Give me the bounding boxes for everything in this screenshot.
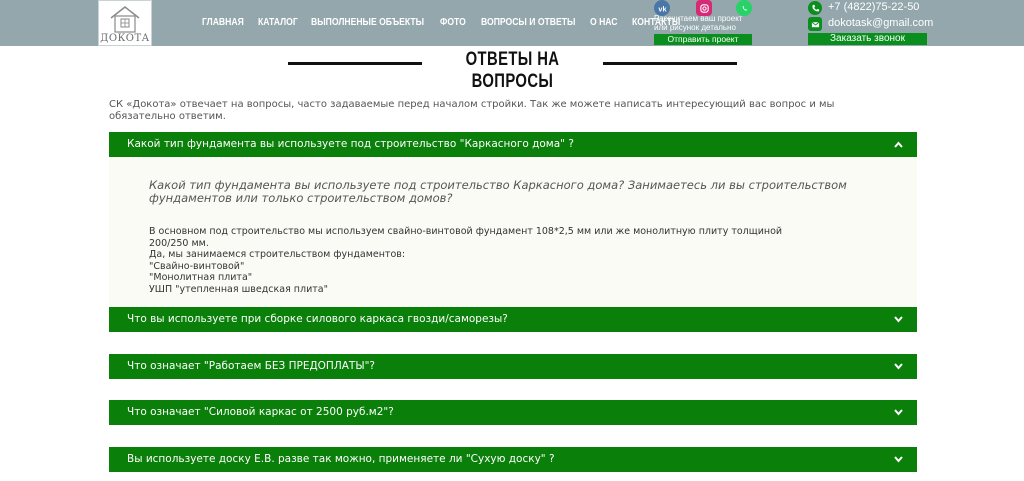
nav-about[interactable]: О НАС: [590, 16, 618, 28]
faq-item-foundation[interactable]: Какой тип фундамента вы используете под …: [109, 132, 917, 157]
page-title: ОТВЕТЫ НА ВОПРОСЫ: [465, 49, 560, 92]
nav-photo[interactable]: ФОТО: [440, 16, 466, 28]
chevron-down-icon: [894, 316, 903, 323]
faq-question: Что означает "Работаем БЕЗ ПРЕДОПЛАТЫ"?: [127, 360, 375, 372]
faq-item-frame-price[interactable]: Что означает "Силовой каркас от 2500 руб…: [109, 400, 917, 425]
faq-item-dry-board[interactable]: Вы используете доску Е.В. разве так можн…: [109, 447, 917, 472]
project-text-line-2: или рисунок детально: [654, 22, 736, 32]
order-call-button[interactable]: Заказать звонок: [808, 33, 927, 45]
answer-text: В основном под строительство мы использу…: [149, 226, 849, 295]
faq-question: Что означает "Силовой каркас от 2500 руб…: [127, 406, 394, 418]
intro-text: СК «Докота» отвечает на вопросы, часто з…: [109, 99, 879, 123]
answer-line: "Монолитная плита": [149, 272, 253, 283]
site-logo[interactable]: ДОКОТА: [98, 0, 152, 46]
chevron-down-icon: [894, 456, 903, 463]
faq-question: Вы используете доску Е.В. разве так можн…: [127, 453, 555, 465]
answer-line: 200/250 мм.: [149, 237, 209, 249]
email-address[interactable]: dokotask@gmail.com: [828, 17, 933, 29]
main-nav: ГЛАВНАЯ КАТАЛОГ ВЫПОЛНЕНЫЕ ОБЪЕКТЫ ФОТО …: [202, 16, 704, 28]
answer-line: Да, мы занимаемся строительством фундаме…: [149, 249, 406, 260]
faq-question: Какой тип фундамента вы используете под …: [127, 138, 574, 150]
nav-home[interactable]: ГЛАВНАЯ: [202, 16, 244, 28]
chevron-down-icon: [894, 409, 903, 416]
nav-faq[interactable]: ВОПРОСЫ И ОТВЕТЫ: [481, 16, 575, 28]
chevron-down-icon: [894, 363, 903, 370]
faq-item-nails-screws[interactable]: Что вы используете при сборке силового к…: [109, 307, 917, 332]
svg-text:vk: vk: [658, 4, 667, 13]
answer-line: УШП "утепленная шведская плита": [149, 283, 328, 295]
logo-text: ДОКОТА: [100, 33, 150, 44]
mail-icon: [808, 17, 822, 31]
title-divider-left: [288, 62, 422, 65]
faq-item-no-prepayment[interactable]: Что означает "Работаем БЕЗ ПРЕДОПЛАТЫ"?: [109, 354, 917, 379]
answer-line: "Свайно-винтовой": [149, 260, 245, 272]
nav-completed-projects[interactable]: ВЫПОЛНЕНЫЕ ОБЪЕКТЫ: [311, 16, 424, 28]
chevron-up-icon: [894, 141, 903, 148]
faq-answer-panel: Какой тип фундамента вы используете под …: [109, 157, 917, 307]
answer-title: Какой тип фундамента вы используете под …: [149, 179, 849, 205]
answer-line: В основном под строительство мы использу…: [149, 226, 783, 237]
project-calc-text: Рассчитаем ваш проект или рисунок деталь…: [654, 14, 742, 32]
send-project-button[interactable]: Отправить проект: [654, 34, 752, 45]
nav-catalog[interactable]: КАТАЛОГ: [258, 16, 298, 28]
faq-question: Что вы используете при сборке силового к…: [127, 313, 508, 325]
phone-icon: [808, 1, 822, 15]
title-divider-right: [603, 62, 737, 65]
phone-number[interactable]: +7 (4822)75-22-50: [828, 1, 919, 13]
intro-line-1: СК «Докота» отвечает на вопросы, часто з…: [109, 99, 835, 110]
answer-title-line-2: фундаментов или только строительством до…: [149, 191, 453, 205]
intro-line-2: обязательно ответим.: [109, 111, 226, 122]
house-icon: [110, 6, 140, 33]
site-header: ДОКОТА ГЛАВНАЯ КАТАЛОГ ВЫПОЛНЕНЫЕ ОБЪЕКТ…: [0, 0, 1024, 46]
